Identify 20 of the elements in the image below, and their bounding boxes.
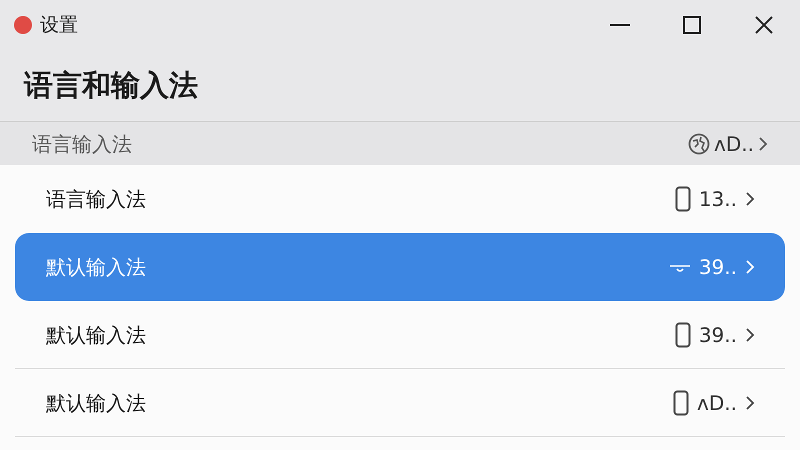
maximize-icon[interactable]: [683, 16, 701, 34]
window-dot-icon: [14, 16, 32, 34]
list-item[interactable]: 默认输入法 39..: [15, 233, 785, 301]
list-item[interactable]: 默认输入法 ᴧD..: [15, 369, 785, 437]
globe-icon: [688, 132, 710, 154]
phone-icon: [674, 186, 691, 212]
phone-icon: [673, 390, 690, 416]
chevron-icon: [745, 259, 755, 275]
section-value: ᴧD..: [714, 130, 754, 158]
close-icon[interactable]: [755, 16, 773, 34]
chevron-icon: [745, 191, 755, 207]
list-item[interactable]: 语言输入法 13..: [15, 165, 785, 233]
phone-icon: [674, 322, 691, 348]
chevron-icon: [758, 136, 768, 152]
section-label: 语言输入法: [32, 130, 132, 158]
page-heading: 语言和输入法: [24, 66, 198, 104]
chevron-icon: [745, 394, 755, 410]
window-title: 设置: [40, 12, 78, 38]
list-item[interactable]: 默认输入法 39..: [15, 301, 785, 369]
chevron-icon: [745, 326, 755, 342]
